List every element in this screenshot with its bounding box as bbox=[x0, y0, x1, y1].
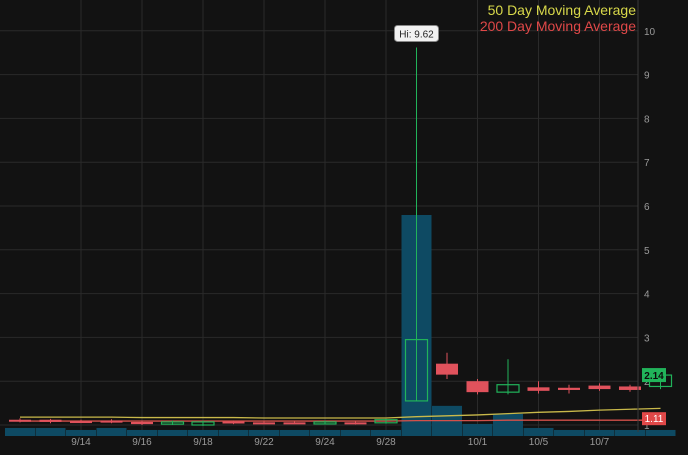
x-tick-label: 10/1 bbox=[468, 437, 488, 448]
y-tick-label: 8 bbox=[644, 114, 650, 125]
volume-bar bbox=[340, 429, 371, 436]
candle-body-down bbox=[253, 422, 275, 425]
candle-body-down bbox=[9, 419, 31, 422]
x-tick-label: 9/14 bbox=[71, 437, 91, 448]
moving-average-layer bbox=[20, 407, 661, 422]
y-tick-label: 10 bbox=[644, 27, 656, 38]
y-tick-label: 5 bbox=[644, 246, 650, 257]
x-tick-label: 9/18 bbox=[193, 437, 213, 448]
label-layer: Hi: 9.62 2.14 1.11 bbox=[394, 24, 666, 426]
volume-bar bbox=[127, 429, 157, 436]
x-tick-label: 9/24 bbox=[315, 437, 335, 448]
candle-body-down bbox=[70, 421, 92, 424]
volume-layer bbox=[5, 215, 676, 436]
candle-body-down bbox=[588, 385, 611, 390]
ma50-line bbox=[20, 407, 661, 419]
volume-bar bbox=[615, 429, 645, 436]
candle-body-down bbox=[436, 363, 458, 375]
legend-item-ma200: 200 Day Moving Average bbox=[479, 18, 636, 34]
grid-layer bbox=[0, 0, 638, 432]
volume-bar bbox=[371, 429, 401, 436]
candle-body-down bbox=[39, 419, 62, 422]
volume-bar bbox=[249, 429, 279, 436]
candle-body-down bbox=[283, 422, 306, 425]
volume-bar bbox=[462, 423, 493, 436]
stock-chart: 1 2 3 4 5 6 7 8 9 10 9/14 9/16 9/18 9/22 9/24 9/28 10/1 1… bbox=[0, 0, 688, 450]
candle-body-down bbox=[222, 421, 245, 424]
x-tick-label: 10/5 bbox=[529, 437, 549, 448]
volume-bar bbox=[554, 429, 584, 436]
candle-body-down bbox=[466, 381, 489, 393]
volume-bar bbox=[66, 429, 96, 436]
y-tick-label: 6 bbox=[644, 202, 650, 213]
volume-bar bbox=[5, 427, 35, 436]
candle-body-down bbox=[558, 387, 580, 390]
volume-bar bbox=[310, 429, 340, 436]
ma-value-label: 1.11 bbox=[645, 414, 664, 425]
volume-bar bbox=[584, 429, 615, 436]
y-tick-label: 9 bbox=[644, 71, 650, 82]
candle-body-down bbox=[527, 387, 550, 391]
x-tick-label: 9/16 bbox=[132, 437, 152, 448]
volume-bar bbox=[96, 427, 127, 436]
high-annotation-label: Hi: 9.62 bbox=[399, 29, 434, 40]
volume-bar bbox=[157, 429, 188, 436]
x-tick-label: 10/7 bbox=[590, 437, 610, 448]
candle-body-down bbox=[344, 422, 367, 425]
candle-layer bbox=[9, 47, 673, 426]
y-tick-label: 3 bbox=[644, 333, 650, 344]
legend-item-ma50: 50 Day Moving Average bbox=[487, 2, 636, 18]
volume-bar bbox=[218, 429, 249, 436]
y-tick-label: 7 bbox=[644, 158, 650, 169]
legend: 50 Day Moving Average 200 Day Moving Ave… bbox=[480, 2, 636, 34]
volume-bar bbox=[523, 427, 554, 436]
volume-bar bbox=[645, 429, 676, 436]
volume-bar bbox=[279, 429, 310, 436]
candle-body-down bbox=[100, 420, 123, 423]
x-tick-label: 9/28 bbox=[376, 437, 396, 448]
volume-bar bbox=[493, 413, 523, 436]
x-tick-label: 9/22 bbox=[254, 437, 274, 448]
volume-bar bbox=[35, 427, 66, 436]
candle-body-down bbox=[131, 421, 153, 425]
chart-canvas[interactable]: 123456789109/14 9/16 9/18 9/22 9/24 9/28 10/1 1… bbox=[0, 0, 688, 450]
volume-bar bbox=[188, 429, 218, 436]
last-price-label: 2.14 bbox=[644, 371, 664, 382]
y-tick-label: 4 bbox=[644, 290, 650, 301]
